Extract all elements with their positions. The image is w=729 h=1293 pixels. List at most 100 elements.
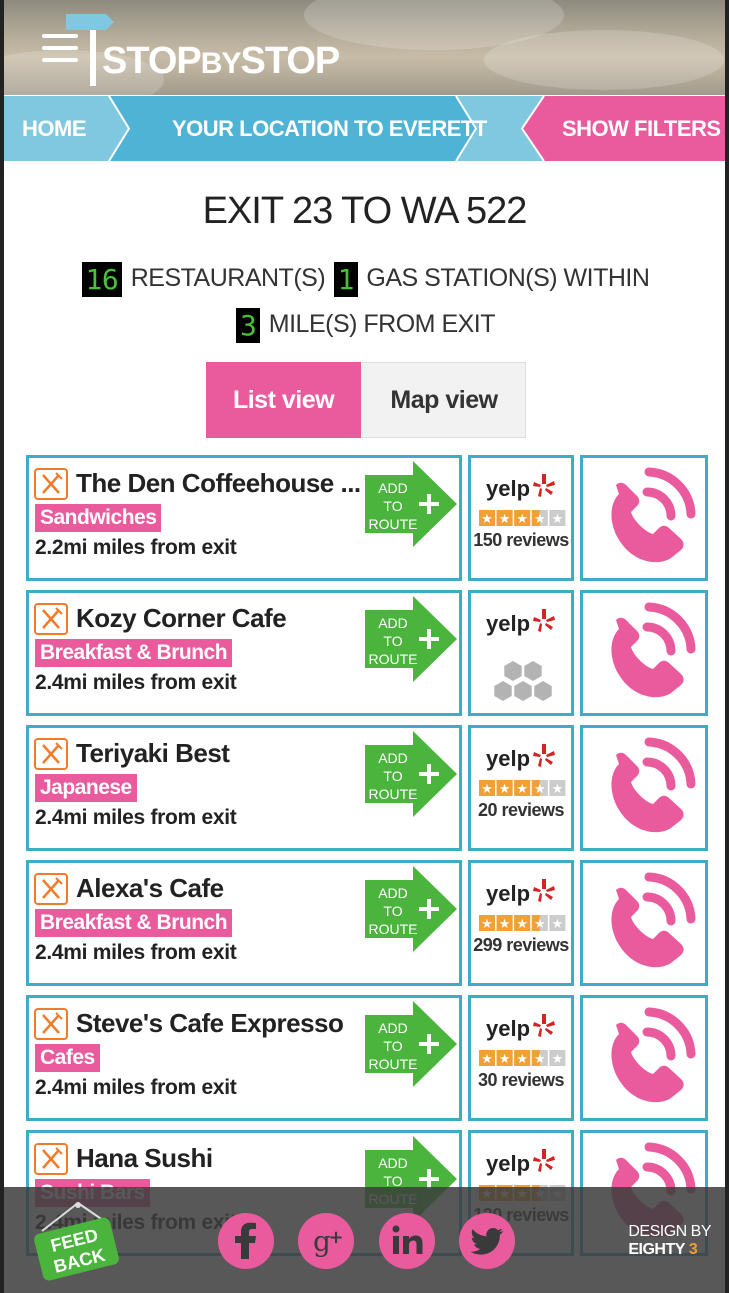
svg-text:yelp: yelp — [486, 881, 530, 906]
star-icon: ★ — [552, 917, 564, 931]
distance-text: 2.4mi miles from exit — [35, 941, 237, 964]
yelp-logo-icon: yelp — [486, 744, 555, 771]
restaurant-name[interactable]: Teriyaki Best — [76, 738, 230, 769]
call-button[interactable] — [580, 860, 708, 986]
review-count: 20 reviews — [477, 800, 565, 820]
restaurant-name[interactable]: The Den Coffeehouse ... — [76, 468, 361, 499]
star-icon: ★ — [481, 512, 493, 526]
category-badge: Sandwiches — [35, 504, 162, 532]
review-count: 299 reviews — [473, 935, 569, 955]
star-icon: ★ — [552, 512, 564, 526]
yelp-logo-icon: yelp — [486, 474, 555, 501]
review-count: 30 reviews — [477, 1070, 565, 1090]
call-button[interactable] — [580, 725, 708, 851]
restaurant-name[interactable]: Hana Sushi — [76, 1143, 213, 1174]
distance-text: 2.4mi miles from exit — [35, 671, 237, 694]
feedback-button[interactable]: FEED BACK — [32, 1201, 122, 1281]
add-to-route-button[interactable]: ADD TO ROUTE — [365, 731, 459, 817]
restaurant-card[interactable]: Teriyaki Best Japanese 2.4mi miles from … — [26, 725, 462, 851]
phone-icon — [611, 602, 696, 698]
fork-knife-icon — [34, 873, 68, 905]
distance-summary: 3 MILE(S) FROM EXIT — [4, 308, 725, 343]
list-item[interactable]: Steve's Cafe Expresso Cafes 2.4mi miles … — [26, 995, 710, 1123]
map-view-tab[interactable]: Map view — [361, 362, 527, 438]
svg-text:ROUTE: ROUTE — [369, 786, 418, 802]
svg-text:yelp: yelp — [486, 746, 530, 771]
star-icon: ★ — [499, 917, 511, 931]
category-badge: Breakfast & Brunch — [35, 909, 233, 937]
svg-text:TO: TO — [383, 498, 402, 514]
add-to-route-button[interactable]: ADD TO ROUTE — [365, 866, 459, 952]
miles-label: MILE(S) FROM EXIT — [268, 310, 496, 339]
page-title: EXIT 23 TO WA 522 — [202, 190, 528, 232]
hexagon — [504, 661, 522, 681]
list-item[interactable]: Kozy Corner Cafe Breakfast & Brunch 2.4m… — [26, 590, 710, 718]
fork-knife-icon — [34, 1143, 68, 1175]
star-icon: ★ — [534, 782, 546, 796]
restaurant-card[interactable]: Steve's Cafe Expresso Cafes 2.4mi miles … — [26, 995, 462, 1121]
call-button[interactable] — [580, 455, 708, 581]
star-icon: ★ — [516, 917, 528, 931]
breadcrumb-route[interactable]: YOUR LOCATION TO EVERETT — [172, 96, 487, 161]
add-to-route-button[interactable]: ADD TO ROUTE — [365, 461, 459, 547]
design-credit[interactable]: DESIGN BY EIGHTY 3 — [628, 1223, 711, 1259]
star-rating: ★ ★ ★ ★ ★ — [479, 1050, 566, 1066]
category-badge: Japanese — [35, 774, 137, 802]
twitter-icon[interactable] — [459, 1213, 515, 1269]
restaurant-card[interactable]: Alexa's Cafe Breakfast & Brunch 2.4mi mi… — [26, 860, 462, 986]
svg-text:yelp: yelp — [486, 611, 530, 636]
list-item[interactable]: Teriyaki Best Japanese 2.4mi miles from … — [26, 725, 710, 853]
result-summary: 16 RESTAURANT(S) 1 GAS STATION(S) WITHIN — [4, 262, 725, 297]
svg-text:ROUTE: ROUTE — [369, 1056, 418, 1072]
list-item[interactable]: Alexa's Cafe Breakfast & Brunch 2.4mi mi… — [26, 860, 710, 988]
distance-text: 2.4mi miles from exit — [35, 1076, 237, 1099]
restaurant-name[interactable]: Steve's Cafe Expresso — [76, 1008, 344, 1039]
add-to-route-button[interactable]: ADD TO ROUTE — [365, 596, 459, 682]
phone-icon — [611, 872, 696, 968]
star-icon: ★ — [481, 782, 493, 796]
star-icon: ★ — [534, 1052, 546, 1066]
hexagon — [514, 681, 532, 701]
category-badge: Cafes — [35, 1044, 100, 1072]
yelp-rating-card[interactable]: yelp ★ ★ ★ ★ ★ 150 reviews — [468, 455, 574, 581]
gas-label: GAS STATION(S) WITHIN — [366, 264, 650, 293]
svg-text:+: + — [328, 1227, 343, 1248]
app-logo[interactable]: STOPBYSTOP — [102, 40, 340, 83]
svg-text:ADD: ADD — [378, 1020, 408, 1036]
svg-text:ROUTE: ROUTE — [369, 516, 418, 532]
yelp-rating-card[interactable]: yelp ★ ★ ★ ★ ★ 30 reviews — [468, 995, 574, 1121]
yelp-logo-icon: yelp — [486, 879, 555, 906]
linkedin-icon[interactable] — [379, 1213, 435, 1269]
restaurant-name[interactable]: Kozy Corner Cafe — [76, 603, 287, 634]
add-to-route-button[interactable]: ADD TO ROUTE — [365, 1001, 459, 1087]
yelp-rating-card[interactable]: yelp ★ ★ ★ ★ ★ 20 reviews — [468, 725, 574, 851]
facebook-icon[interactable] — [218, 1213, 274, 1269]
yelp-rating-card[interactable]: yelp ★ ★ ★ ★ ★ 299 reviews — [468, 860, 574, 986]
call-button[interactable] — [580, 995, 708, 1121]
star-icon: ★ — [481, 1052, 493, 1066]
phone-icon — [611, 737, 696, 833]
restaurant-name[interactable]: Alexa's Cafe — [76, 873, 224, 904]
review-count: 150 reviews — [473, 530, 569, 550]
star-icon: ★ — [499, 512, 511, 526]
restaurant-card[interactable]: Kozy Corner Cafe Breakfast & Brunch 2.4m… — [26, 590, 462, 716]
call-button[interactable] — [580, 590, 708, 716]
svg-text:ADD: ADD — [378, 615, 408, 631]
google-plus-icon[interactable]: g + — [298, 1213, 354, 1269]
star-icon: ★ — [552, 782, 564, 796]
svg-text:TO: TO — [383, 903, 402, 919]
yelp-logo-icon: yelp — [486, 1149, 555, 1176]
footer-bar: FEED BACK g + DESIGN BY EIGHTY 3 — [4, 1187, 725, 1293]
restaurant-card[interactable]: The Den Coffeehouse ... Sandwiches 2.2mi… — [26, 455, 462, 581]
category-badge: Breakfast & Brunch — [35, 639, 233, 667]
breadcrumb-home[interactable]: HOME — [22, 96, 87, 161]
star-icon: ★ — [516, 512, 528, 526]
star-icon: ★ — [534, 917, 546, 931]
view-toggle: List view Map view — [206, 362, 526, 438]
show-filters-button[interactable]: SHOW FILTERS — [562, 96, 721, 161]
star-rating: ★ ★ ★ ★ ★ — [479, 510, 566, 526]
list-item[interactable]: The Den Coffeehouse ... Sandwiches 2.2mi… — [26, 455, 710, 583]
yelp-rating-card[interactable]: yelp — [468, 590, 574, 716]
list-view-tab[interactable]: List view — [206, 362, 361, 438]
distance-text: 2.2mi miles from exit — [35, 536, 237, 559]
